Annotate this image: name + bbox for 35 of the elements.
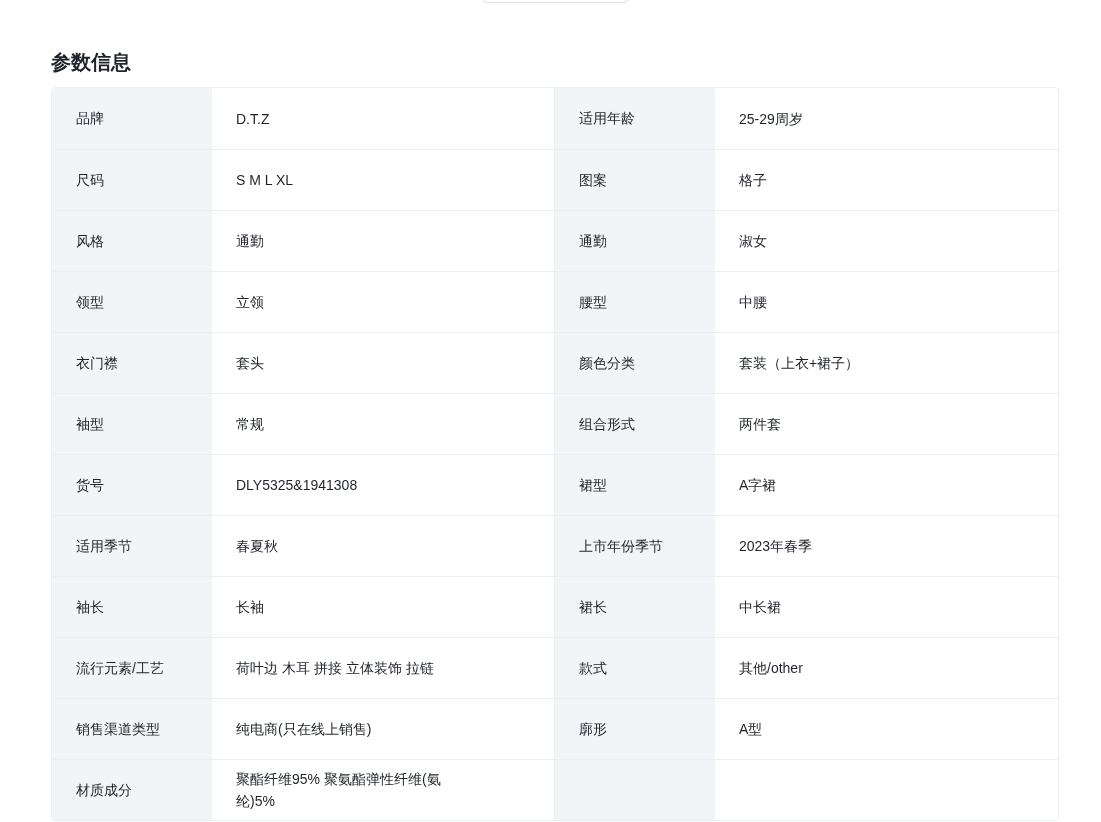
value-cell-text: 中腰 — [738, 293, 768, 312]
value-cell-text: 2023年春季 — [738, 537, 814, 556]
value-cell-text: 淑女 — [738, 232, 768, 251]
label-cell: 腰型 — [555, 272, 715, 332]
section-title: 参数信息 — [51, 50, 132, 75]
value-cell-text: 中长裙 — [738, 598, 782, 617]
label-cell: 上市年份季节 — [555, 516, 715, 576]
label-cell: 廓形 — [555, 699, 715, 759]
label-cell: 尺码 — [52, 150, 212, 210]
label-cell: 适用季节 — [52, 516, 212, 576]
value-cell-text: 格子 — [738, 171, 768, 190]
label-cell: 裙型 — [555, 455, 715, 515]
label-cell: 销售渠道类型 — [52, 699, 212, 759]
label-cell: 组合形式 — [555, 394, 715, 454]
label-cell: 通勤 — [555, 211, 715, 271]
label-cell: 衣门襟 — [52, 333, 212, 393]
value-cell-text: A型 — [738, 720, 764, 739]
label-cell: 袖长 — [52, 577, 212, 637]
value-cell-text: 套装（上衣+裙子） — [738, 354, 861, 373]
label-cell: 款式 — [555, 638, 715, 698]
label-cell: 领型 — [52, 272, 212, 332]
label-cell: 流行元素/工艺 — [52, 638, 212, 698]
label-cell: 裙长 — [555, 577, 715, 637]
label-cell: 材质成分 — [52, 760, 212, 820]
label-cell: 颜色分类 — [555, 333, 715, 393]
label-cell: 货号 — [52, 455, 212, 515]
value-cell-text: 25-29周岁 — [738, 109, 804, 129]
label-cell: 品牌 — [52, 88, 212, 149]
label-cell: 适用年龄 — [555, 88, 715, 149]
value-cell-text: A字裙 — [738, 476, 778, 495]
value-cell-text: 其他/other — [738, 659, 804, 678]
value-cell-text: 两件套 — [738, 415, 782, 434]
label-cell: 风格 — [52, 211, 212, 271]
label-cell: 图案 — [555, 150, 715, 210]
label-cell: 袖型 — [52, 394, 212, 454]
